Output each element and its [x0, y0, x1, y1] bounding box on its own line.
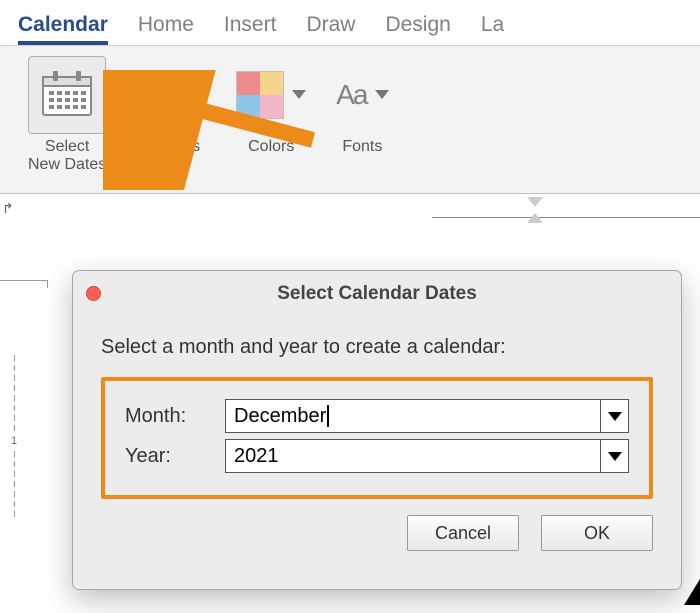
tab-insert[interactable]: Insert [224, 13, 277, 45]
dialog-prompt: Select a month and year to create a cale… [101, 336, 653, 359]
tab-design[interactable]: Design [385, 13, 450, 45]
select-calendar-dates-dialog: Select Calendar Dates Select a month and… [72, 270, 682, 590]
ruler-corner-icon: ↱ [2, 200, 14, 217]
ruler-marker-top[interactable] [527, 197, 543, 207]
month-label: Month: [125, 405, 225, 428]
vertical-ruler[interactable]: 1 [6, 355, 22, 605]
document-edge [0, 280, 48, 288]
fonts-button[interactable]: Aa [336, 79, 366, 111]
cancel-button[interactable]: Cancel [407, 515, 519, 551]
tab-calendar[interactable]: Calendar [18, 13, 108, 45]
dialog-title: Select Calendar Dates [73, 283, 681, 305]
horizontal-ruler[interactable] [432, 200, 700, 220]
year-label: Year: [125, 445, 225, 468]
background-shape [684, 579, 700, 605]
ruler-number-1: 1 [11, 435, 17, 447]
tab-truncated[interactable]: La [481, 13, 504, 45]
annotation-arrow [103, 70, 323, 190]
chevron-down-icon[interactable] [600, 400, 628, 432]
month-value: December [234, 405, 620, 428]
select-new-dates-label: Select New Dates [28, 138, 106, 175]
year-value: 2021 [234, 445, 620, 468]
tab-home[interactable]: Home [138, 13, 194, 45]
year-combobox[interactable]: 2021 [225, 439, 629, 473]
dialog-titlebar[interactable]: Select Calendar Dates [73, 271, 681, 316]
tab-draw[interactable]: Draw [306, 13, 355, 45]
chevron-down-icon[interactable] [600, 440, 628, 472]
ruler-marker-bottom[interactable] [527, 213, 543, 223]
ribbon-tabs: Calendar Home Insert Draw Design La [0, 0, 700, 46]
ok-button[interactable]: OK [541, 515, 653, 551]
calendar-icon [39, 67, 95, 124]
fonts-label: Fonts [342, 138, 382, 156]
select-new-dates-button[interactable] [28, 56, 106, 134]
form-highlight-box: Month: December Year: 2021 [101, 377, 653, 499]
fonts-dropdown-caret[interactable] [375, 90, 389, 100]
ruler-area: ↱ [0, 194, 700, 224]
month-combobox[interactable]: December [225, 399, 629, 433]
